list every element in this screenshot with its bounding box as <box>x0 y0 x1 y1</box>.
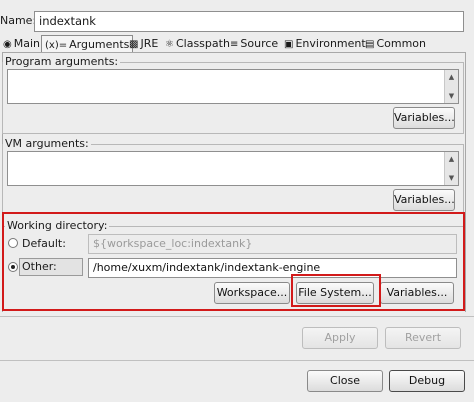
tab-arguments-label: Arguments <box>69 38 130 51</box>
separator <box>0 360 474 361</box>
launch-config-tabs: ◉ Main (x)= Arguments ▩ JRE ⚛ Classpath ≡ Sou… <box>0 35 474 53</box>
tab-environment-label: Environment <box>295 37 366 50</box>
name-label: Name: <box>0 14 37 27</box>
tab-classpath[interactable]: ⚛ Classpath <box>162 35 233 53</box>
tab-jre-label: JRE <box>140 37 159 50</box>
tab-environment[interactable]: ▣ Environment <box>281 35 369 53</box>
tab-main[interactable]: ◉ Main <box>0 35 43 53</box>
scroll-down-icon[interactable]: ▼ <box>447 174 456 182</box>
arguments-tab-icon: (x)= <box>45 40 68 51</box>
environment-tab-icon: ▣ <box>284 39 294 50</box>
tab-arguments[interactable]: (x)= Arguments <box>41 35 134 53</box>
working-directory-highlight <box>2 212 465 311</box>
program-arguments-input[interactable]: ▲ ▼ <box>7 69 459 104</box>
tab-common-label: Common <box>376 37 426 50</box>
scroll-down-icon[interactable]: ▼ <box>447 92 456 100</box>
scroll-up-icon[interactable]: ▲ <box>447 155 456 163</box>
source-tab-icon: ≡ <box>230 39 239 50</box>
tab-classpath-label: Classpath <box>175 37 230 50</box>
program-variables-button[interactable]: Variables... <box>393 107 455 129</box>
program-arguments-label: Program arguments: <box>3 55 121 68</box>
apply-button[interactable]: Apply <box>302 327 378 349</box>
vm-arguments-input[interactable]: ▲ ▼ <box>7 151 459 186</box>
tab-source-label: Source <box>240 37 279 50</box>
vm-variables-button[interactable]: Variables... <box>393 189 455 211</box>
tab-common[interactable]: ▤ Common <box>362 35 429 53</box>
jre-tab-icon: ▩ <box>129 39 139 50</box>
tab-main-label: Main <box>13 37 40 50</box>
vm-arguments-scrollbar[interactable]: ▲ ▼ <box>444 152 458 185</box>
program-arguments-scrollbar[interactable]: ▲ ▼ <box>444 70 458 103</box>
tab-source[interactable]: ≡ Source <box>227 35 281 53</box>
common-tab-icon: ▤ <box>365 39 375 50</box>
tab-jre[interactable]: ▩ JRE <box>126 35 161 53</box>
scroll-up-icon[interactable]: ▲ <box>447 73 456 81</box>
file-system-highlight <box>291 274 381 307</box>
revert-button[interactable]: Revert <box>385 327 461 349</box>
vm-arguments-label: VM arguments: <box>3 137 91 150</box>
classpath-tab-icon: ⚛ <box>165 39 174 50</box>
main-tab-icon: ◉ <box>3 39 12 50</box>
config-name-input[interactable]: indextank <box>34 11 464 32</box>
separator <box>0 316 474 317</box>
debug-button[interactable]: Debug <box>389 370 465 392</box>
close-button[interactable]: Close <box>307 370 383 392</box>
